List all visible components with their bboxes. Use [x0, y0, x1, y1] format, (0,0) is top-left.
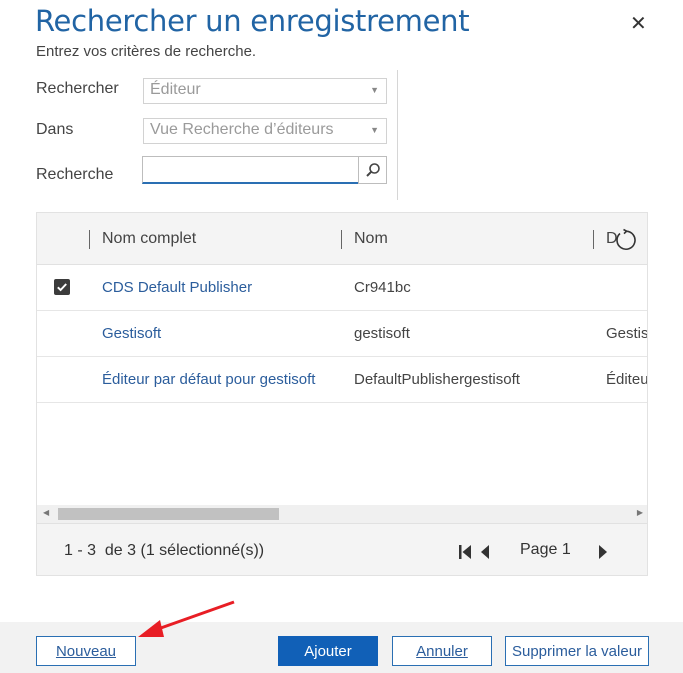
scrollbar-thumb[interactable] [58, 508, 279, 520]
annuler-button[interactable]: Annuler [392, 636, 492, 666]
refresh-icon[interactable] [613, 228, 637, 252]
chevron-down-icon: ▼ [370, 125, 379, 135]
page-label: Page 1 [520, 541, 571, 558]
column-separator [89, 230, 90, 249]
cell-description: Éditeu [606, 371, 648, 388]
dans-select[interactable]: Vue Recherche d’éditeurs ▼ [143, 118, 387, 144]
scroll-right-icon[interactable]: ▶ [637, 508, 643, 517]
cell-nom: Cr941bc [354, 279, 411, 296]
grid-header: Nom complet Nom D [37, 213, 647, 265]
rechercher-select-value: Éditeur [150, 81, 201, 98]
cell-nom: gestisoft [354, 325, 410, 342]
recherche-label: Recherche [36, 166, 114, 183]
previous-page-icon[interactable] [479, 544, 491, 560]
column-separator [593, 230, 594, 249]
table-row[interactable]: CDS Default Publisher Cr941bc [37, 265, 647, 311]
search-icon [365, 163, 380, 177]
search-input[interactable] [142, 156, 359, 184]
first-page-icon[interactable] [458, 544, 472, 560]
table-row[interactable]: Gestisoft gestisoft Gestis [37, 311, 648, 357]
cell-nom-complet[interactable]: Gestisoft [102, 325, 161, 342]
cell-nom: DefaultPublishergestisoft [354, 371, 520, 388]
close-icon[interactable]: ✕ [630, 12, 647, 36]
cell-nom-complet[interactable]: Éditeur par défaut pour gestisoft [102, 371, 315, 388]
search-button[interactable] [358, 156, 387, 184]
rechercher-label: Rechercher [36, 80, 119, 97]
table-row[interactable]: Éditeur par défaut pour gestisoft Defaul… [37, 357, 648, 403]
supprimer-la-valeur-button[interactable]: Supprimer la valeur [505, 636, 649, 666]
column-header-nom-complet[interactable]: Nom complet [102, 230, 196, 248]
next-page-icon[interactable] [597, 544, 609, 560]
grid-footer: 1 - 3 de 3 (1 sélectionné(s)) Page 1 [37, 523, 647, 575]
column-separator [341, 230, 342, 249]
ajouter-button[interactable]: Ajouter [278, 636, 378, 666]
horizontal-scrollbar[interactable]: ◀ ▶ [37, 505, 647, 523]
scroll-left-icon[interactable]: ◀ [43, 508, 49, 517]
cell-description: Gestis [606, 325, 648, 342]
chevron-down-icon: ▼ [370, 85, 379, 95]
cell-nom-complet[interactable]: CDS Default Publisher [102, 279, 252, 296]
dialog-subtitle: Entrez vos critères de recherche. [36, 43, 257, 60]
column-header-nom[interactable]: Nom [354, 230, 388, 248]
dialog-title: Rechercher un enregistrement [35, 4, 470, 38]
dans-select-value: Vue Recherche d’éditeurs [150, 121, 334, 138]
results-grid: Nom complet Nom D CDS Default Publisher … [36, 212, 648, 576]
record-count-status: 1 - 3 de 3 (1 sélectionné(s)) [64, 542, 265, 559]
rechercher-select[interactable]: Éditeur ▼ [143, 78, 387, 104]
row-checkbox[interactable] [54, 279, 70, 295]
nouveau-button[interactable]: Nouveau [36, 636, 136, 666]
form-divider [397, 70, 398, 200]
check-icon [57, 283, 67, 292]
dans-label: Dans [36, 121, 74, 138]
